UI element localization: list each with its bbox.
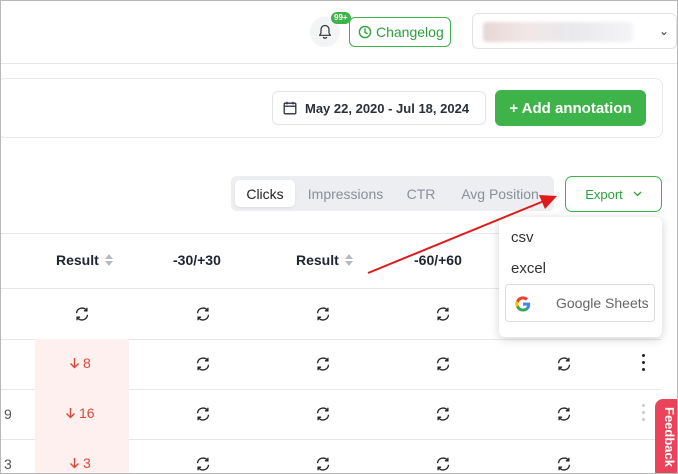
app-window: 99+ Changelog ⌄ May 22, 2020 - Jul 18, 2…	[0, 0, 678, 474]
feedback-label: Feedback	[662, 407, 677, 467]
feedback-tab[interactable]: Feedback	[655, 399, 677, 473]
annotation-arrow	[367, 195, 557, 274]
